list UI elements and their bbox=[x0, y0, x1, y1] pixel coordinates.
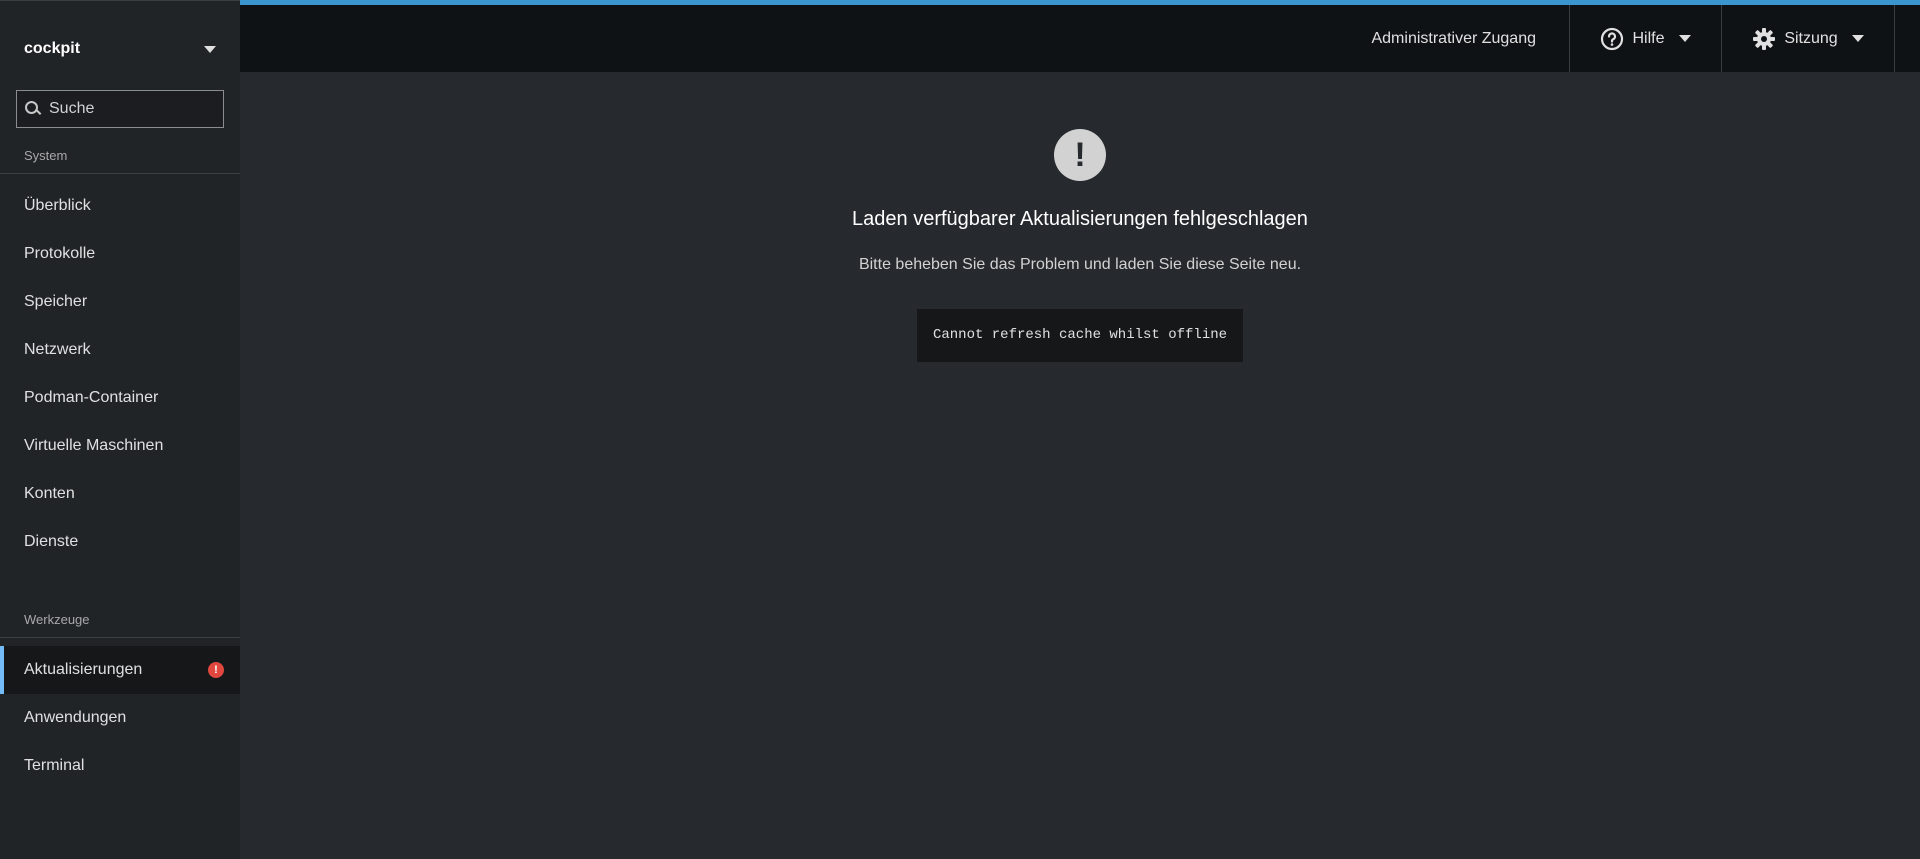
system-nav: Überblick Protokolle Speicher Netzwerk P… bbox=[0, 182, 240, 566]
help-icon bbox=[1600, 27, 1624, 51]
help-menu-button[interactable]: Hilfe bbox=[1569, 5, 1721, 72]
host-name: cockpit bbox=[24, 40, 81, 57]
sidebar-item-applications[interactable]: Anwendungen bbox=[0, 694, 240, 742]
sidebar-item-terminal[interactable]: Terminal bbox=[0, 742, 240, 790]
admin-access-label: Administrativer Zugang bbox=[1371, 29, 1536, 47]
host-switcher[interactable]: cockpit bbox=[0, 0, 240, 97]
error-description: Bitte beheben Sie das Problem und laden … bbox=[858, 256, 1302, 273]
sidebar-item-label: Protokolle bbox=[24, 245, 96, 262]
session-label: Sitzung bbox=[1784, 29, 1838, 47]
sidebar-item-logs[interactable]: Protokolle bbox=[0, 230, 240, 278]
section-title-tools: Werkzeuge bbox=[0, 612, 240, 638]
sidebar-item-vms[interactable]: Virtuelle Maschinen bbox=[0, 422, 240, 470]
sidebar-item-updates[interactable]: Aktualisierungen ! bbox=[0, 646, 240, 694]
session-menu-button[interactable]: Sitzung bbox=[1721, 5, 1895, 72]
search-box[interactable] bbox=[16, 90, 224, 128]
sidebar-item-podman[interactable]: Podman-Container bbox=[0, 374, 240, 422]
sidebar-item-network[interactable]: Netzwerk bbox=[0, 326, 240, 374]
caret-down-icon bbox=[1678, 35, 1691, 42]
sidebar-item-label: Aktualisierungen bbox=[24, 661, 143, 678]
main-content: ! Laden verfügbarer Aktualisierungen feh… bbox=[240, 72, 1920, 859]
caret-down-icon bbox=[204, 45, 216, 53]
sidebar-item-label: Konten bbox=[24, 485, 75, 502]
exclamation-circle-icon: ! bbox=[1054, 129, 1106, 181]
sidebar-item-services[interactable]: Dienste bbox=[0, 518, 240, 566]
sidebar-item-storage[interactable]: Speicher bbox=[0, 278, 240, 326]
sidebar-item-label: Terminal bbox=[24, 757, 85, 774]
alert-badge-icon: ! bbox=[208, 662, 224, 678]
page-title: Laden verfügbarer Aktualisierungen fehlg… bbox=[852, 208, 1308, 230]
admin-access-button[interactable]: Administrativer Zugang bbox=[1338, 5, 1569, 72]
sidebar-item-overview[interactable]: Überblick bbox=[0, 182, 240, 230]
sidebar-item-label: Überblick bbox=[24, 197, 91, 214]
search-input[interactable] bbox=[49, 100, 209, 118]
gear-icon bbox=[1752, 27, 1776, 51]
sidebar: cockpit System Überblick Protokolle Spei… bbox=[0, 0, 240, 859]
search-icon bbox=[25, 101, 42, 117]
tools-nav: Aktualisierungen ! Anwendungen Terminal bbox=[0, 646, 240, 790]
help-label: Hilfe bbox=[1632, 29, 1665, 47]
section-title-system: System bbox=[0, 148, 240, 174]
sidebar-item-label: Podman-Container bbox=[24, 389, 159, 406]
sidebar-item-label: Anwendungen bbox=[24, 709, 127, 726]
sidebar-item-label: Dienste bbox=[24, 533, 79, 550]
error-message: Cannot refresh cache whilst offline bbox=[917, 309, 1243, 362]
caret-down-icon bbox=[1851, 35, 1864, 42]
sidebar-item-accounts[interactable]: Konten bbox=[0, 470, 240, 518]
sidebar-item-label: Speicher bbox=[24, 293, 88, 310]
topbar: Administrativer Zugang Hilfe Sitzung bbox=[240, 5, 1920, 72]
sidebar-item-label: Virtuelle Maschinen bbox=[24, 437, 164, 454]
sidebar-item-label: Netzwerk bbox=[24, 341, 91, 358]
